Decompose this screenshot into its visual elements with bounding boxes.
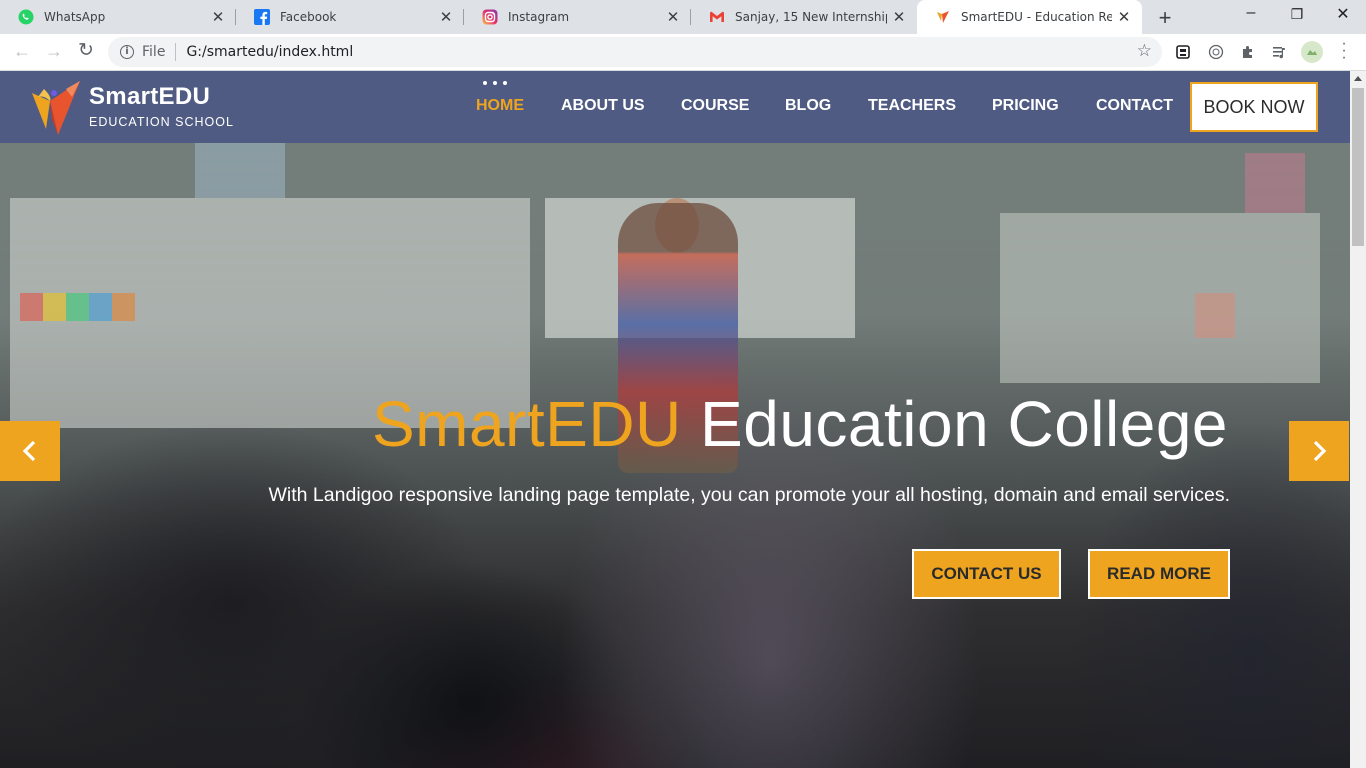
tab-title: Facebook <box>280 10 337 24</box>
nav-blog[interactable]: BLOG <box>785 97 831 115</box>
forward-arrow-icon[interactable]: → <box>43 41 65 62</box>
nav-course[interactable]: COURSE <box>681 97 749 115</box>
tab-instagram[interactable]: Instagram ✕ <box>464 0 691 34</box>
url-scheme: File <box>142 44 166 60</box>
browser-menu-icon[interactable]: · · · <box>1338 36 1350 66</box>
close-window-button[interactable]: ✕ <box>1328 4 1358 24</box>
nav-pricing[interactable]: PRICING <box>992 97 1059 115</box>
tab-gmail[interactable]: Sanjay, 15 New Internships Ma ✕ <box>691 0 917 34</box>
profile-avatar[interactable] <box>1301 41 1323 63</box>
url-text[interactable]: G:/smartedu/index.html <box>186 44 353 60</box>
slider-next-button[interactable] <box>1289 421 1349 481</box>
close-tab-icon[interactable]: ✕ <box>1116 8 1132 26</box>
new-tab-button[interactable]: + <box>1154 5 1176 31</box>
nav-teachers[interactable]: TEACHERS <box>868 97 956 115</box>
site-navbar: SmartEDU EDUCATION SCHOOL HOME ABOUT US … <box>0 71 1350 143</box>
instagram-icon <box>482 9 498 25</box>
tab-facebook[interactable]: Facebook ✕ <box>236 0 464 34</box>
chevron-right-icon <box>1313 440 1327 462</box>
back-arrow-icon[interactable]: ← <box>11 41 33 62</box>
extension-circle-icon[interactable] <box>1206 42 1226 62</box>
tab-whatsapp[interactable]: WhatsApp ✕ <box>0 0 236 34</box>
contact-us-button[interactable]: CONTACT US <box>912 549 1061 599</box>
scrollbar-thumb[interactable] <box>1352 88 1364 246</box>
tab-title: Sanjay, 15 New Internships Ma <box>735 10 887 24</box>
hero-title-accent: SmartEDU <box>371 388 682 460</box>
scroll-up-arrow-icon[interactable] <box>1354 76 1362 81</box>
media-queue-icon[interactable] <box>1269 42 1289 62</box>
browser-toolbar: ← → ↻ i File G:/smartedu/index.html ☆ · ·… <box>0 34 1366 71</box>
minimize-button[interactable]: – <box>1236 4 1266 22</box>
hero-subtitle: With Landigoo responsive landing page te… <box>268 484 1230 506</box>
whatsapp-icon <box>18 9 34 25</box>
brand-name[interactable]: SmartEDU <box>89 83 210 111</box>
tab-smartedu[interactable]: SmartEDU - Education Respon ✕ <box>917 0 1142 34</box>
close-tab-icon[interactable]: ✕ <box>665 8 681 26</box>
nav-contact[interactable]: CONTACT <box>1096 97 1173 115</box>
maximize-button[interactable]: ❐ <box>1282 6 1312 23</box>
active-nav-indicator <box>483 81 507 85</box>
close-tab-icon[interactable]: ✕ <box>210 8 226 26</box>
brand-tagline: EDUCATION SCHOOL <box>89 115 234 129</box>
extensions-puzzle-icon[interactable] <box>1238 42 1258 62</box>
tab-title: SmartEDU - Education Respon <box>961 10 1112 24</box>
chevron-left-icon <box>22 440 36 462</box>
tab-title: WhatsApp <box>44 10 106 24</box>
hero-title-rest: Education College <box>700 388 1228 460</box>
page-viewport: SmartEDU EDUCATION SCHOOL HOME ABOUT US … <box>0 71 1350 768</box>
browser-tab-strip: WhatsApp ✕ Facebook ✕ Instagram ✕ Sanjay… <box>0 0 1366 34</box>
save-page-icon[interactable] <box>1173 42 1193 62</box>
tab-title: Instagram <box>508 10 570 24</box>
smartedu-logo-icon[interactable] <box>30 79 86 137</box>
page-scrollbar[interactable] <box>1350 71 1366 768</box>
info-icon[interactable]: i <box>120 45 134 59</box>
reload-icon[interactable]: ↻ <box>75 39 97 62</box>
close-tab-icon[interactable]: ✕ <box>438 8 454 26</box>
close-tab-icon[interactable]: ✕ <box>891 8 907 26</box>
gmail-icon <box>709 9 725 25</box>
slider-prev-button[interactable] <box>0 421 60 481</box>
facebook-icon <box>254 9 270 25</box>
hero-title: SmartEDU Education College <box>0 387 1228 461</box>
nav-home[interactable]: HOME <box>476 97 524 115</box>
nav-about-us[interactable]: ABOUT US <box>561 97 645 115</box>
address-bar[interactable]: i File G:/smartedu/index.html ☆ <box>108 37 1162 67</box>
smartedu-icon <box>935 9 951 25</box>
book-now-button[interactable]: BOOK NOW <box>1190 82 1318 132</box>
bookmark-star-icon[interactable]: ☆ <box>1137 41 1152 61</box>
read-more-button[interactable]: READ MORE <box>1088 549 1230 599</box>
